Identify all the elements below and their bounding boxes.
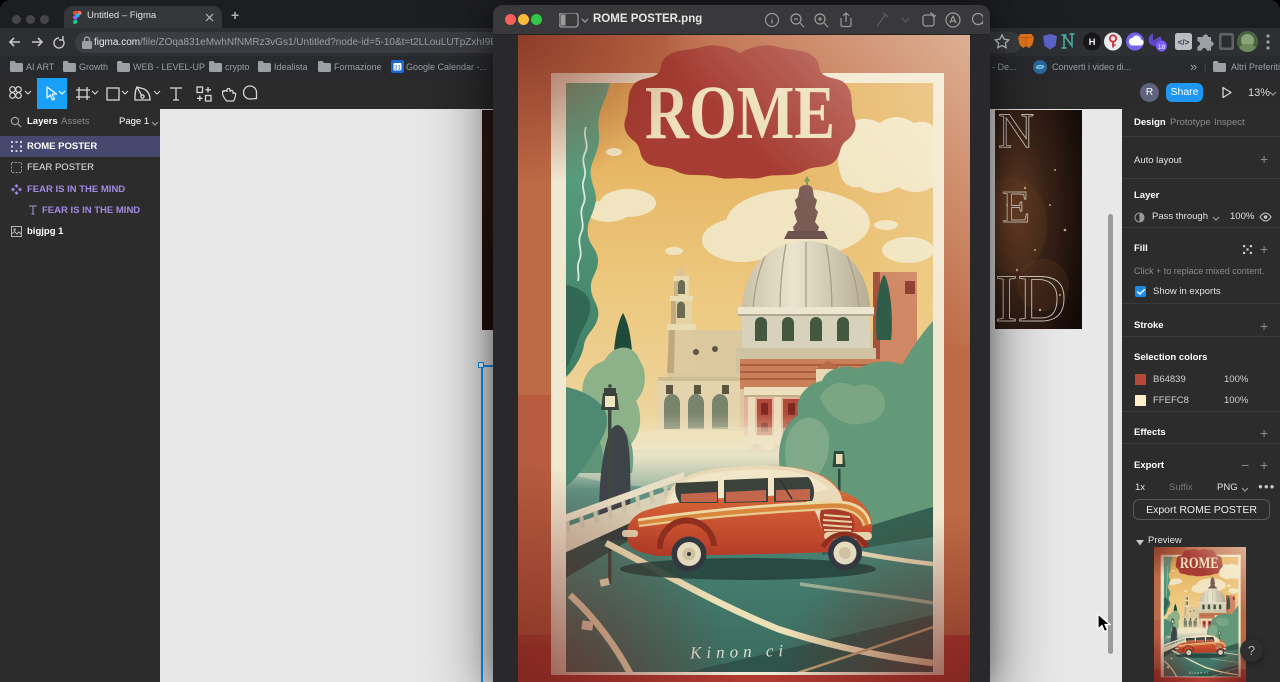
svg-text:18: 18 — [1158, 44, 1166, 51]
svg-text:E: E — [1002, 181, 1030, 232]
svg-text:N: N — [998, 110, 1034, 158]
svg-text:ID: ID — [995, 260, 1067, 329]
svg-text:</>: </> — [1178, 38, 1190, 47]
svg-text:H: H — [1089, 37, 1096, 48]
svg-text:31: 31 — [394, 66, 401, 72]
